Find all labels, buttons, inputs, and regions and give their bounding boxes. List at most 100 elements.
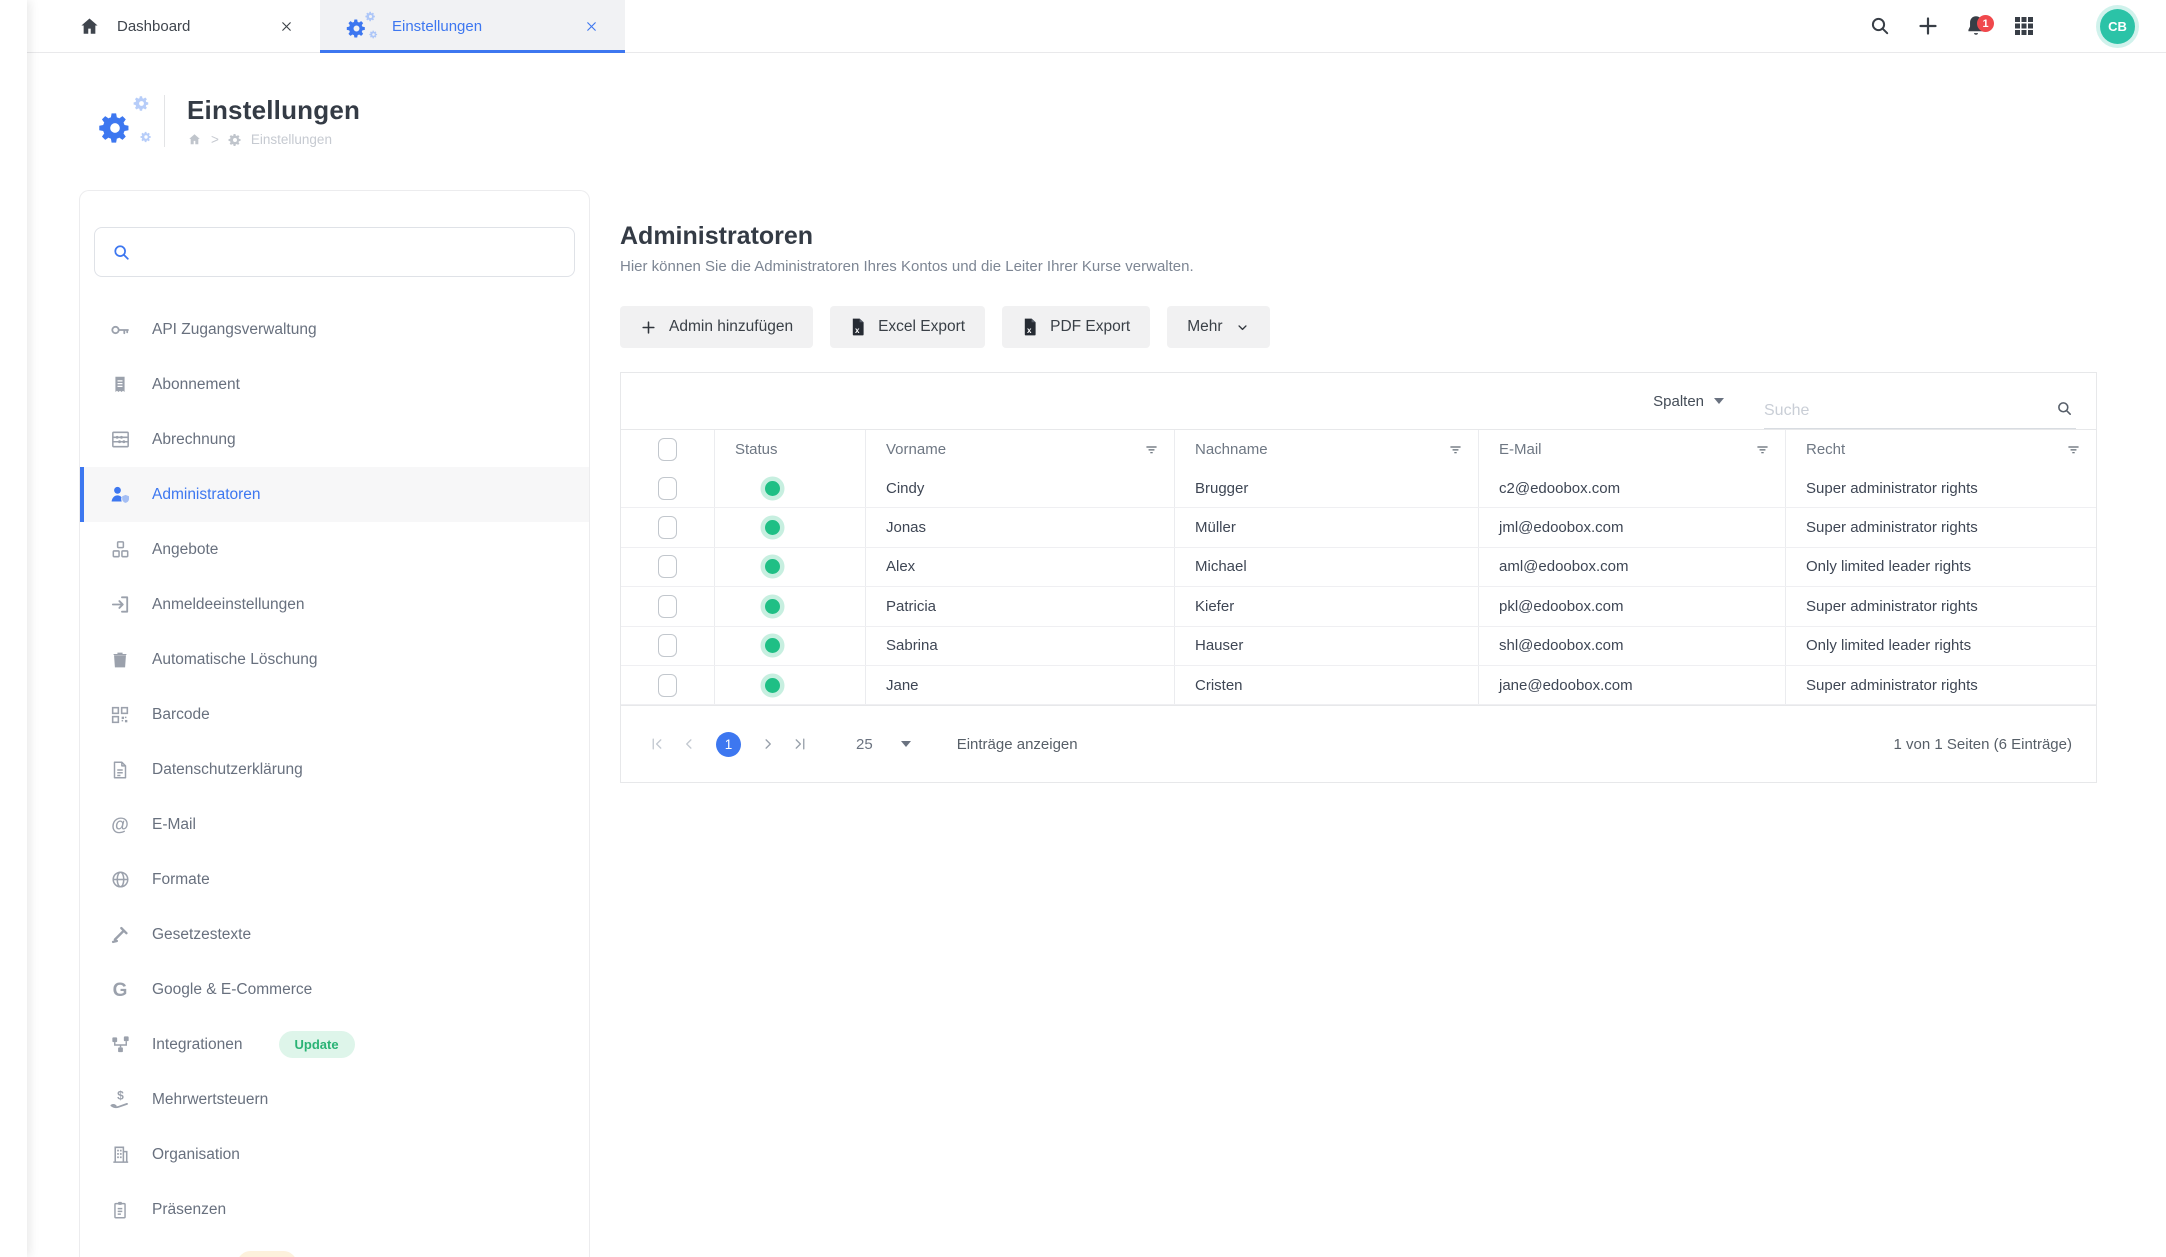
cell-nachname: Müller	[1174, 508, 1478, 546]
columns-dropdown[interactable]: Spalten	[1653, 393, 1724, 410]
cell-recht: Only limited leader rights	[1785, 627, 2096, 665]
sidebar-item-email[interactable]: E-Mail	[80, 797, 589, 852]
filter-icon[interactable]	[1143, 441, 1160, 458]
sidebar-item-mehrwertsteuern[interactable]: Mehrwertsteuern	[80, 1072, 589, 1127]
table-row[interactable]: Sabrina Hauser shl@edoobox.com Only limi…	[621, 627, 2096, 666]
select-all-checkbox[interactable]	[658, 438, 677, 461]
table-row[interactable]: Jonas Müller jml@edoobox.com Super admin…	[621, 508, 2096, 547]
first-page-icon[interactable]	[645, 732, 669, 756]
cell-recht: Super administrator rights	[1785, 666, 2096, 704]
excel-export-button[interactable]: Excel Export	[830, 306, 985, 348]
sidebar-item-automatische-loeschung[interactable]: Automatische Löschung	[80, 632, 589, 687]
tab-dashboard[interactable]: Dashboard	[52, 0, 320, 52]
row-checkbox[interactable]	[658, 674, 677, 697]
cell-email: jane@edoobox.com	[1478, 666, 1785, 704]
row-checkbox[interactable]	[658, 477, 677, 500]
user-avatar[interactable]: CB	[2100, 9, 2135, 44]
table-row[interactable]: Patricia Kiefer pkl@edoobox.com Super ad…	[621, 587, 2096, 626]
column-header-status[interactable]: Status	[714, 430, 865, 469]
sidebar-item-google-ecommerce[interactable]: Google & E-Commerce	[80, 962, 589, 1017]
filter-icon[interactable]	[1447, 441, 1464, 458]
sidebar-search	[94, 227, 575, 277]
home-icon[interactable]	[187, 132, 202, 147]
sidebar-item-abonnement[interactable]: Abonnement	[80, 357, 589, 412]
table-row[interactable]: Cindy Brugger c2@edoobox.com Super admin…	[621, 469, 2096, 508]
chevron-down-icon	[901, 741, 911, 747]
add-admin-button[interactable]: Admin hinzufügen	[620, 306, 813, 348]
sidebar-item-angebote[interactable]: Angebote	[80, 522, 589, 577]
filter-icon[interactable]	[1754, 441, 1771, 458]
row-checkbox[interactable]	[658, 634, 677, 657]
row-checkbox[interactable]	[658, 555, 677, 578]
status-active-dot	[765, 520, 780, 535]
home-icon	[78, 15, 101, 38]
row-checkbox[interactable]	[658, 516, 677, 539]
status-active-dot	[765, 638, 780, 653]
column-header-vorname[interactable]: Vorname	[865, 430, 1174, 469]
settings-sidebar: API Zugangsverwaltung Abonnement Abrechn…	[79, 190, 590, 1257]
cell-nachname: Michael	[1174, 548, 1478, 586]
pagination-summary: 1 von 1 Seiten (6 Einträge)	[1894, 736, 2072, 753]
sidebar-item-barcode[interactable]: Barcode	[80, 687, 589, 742]
sidebar-item-rechte[interactable]: RechteBeta	[80, 1237, 589, 1257]
sidebar-item-datenschutzerklaerung[interactable]: Datenschutzerklärung	[80, 742, 589, 797]
sidebar-item-organisation[interactable]: Organisation	[80, 1127, 589, 1182]
cell-email: jml@edoobox.com	[1478, 508, 1785, 546]
pdf-export-button[interactable]: PDF Export	[1002, 306, 1150, 348]
page-title: Einstellungen	[187, 95, 360, 126]
admins-table: Spalten Status Vorname Nachname E-Mail R…	[620, 372, 2097, 783]
close-icon[interactable]	[279, 19, 294, 34]
column-header-recht[interactable]: Recht	[1785, 430, 2096, 469]
cell-recht: Only limited leader rights	[1785, 548, 2096, 586]
next-page-icon[interactable]	[756, 732, 780, 756]
qrcode-icon	[108, 704, 132, 726]
sidebar-item-praesenzen[interactable]: Präsenzen	[80, 1182, 589, 1237]
page-size-label: Einträge anzeigen	[957, 736, 1078, 753]
table-row[interactable]: Alex Michael aml@edoobox.com Only limite…	[621, 548, 2096, 587]
cell-vorname: Alex	[865, 548, 1174, 586]
pdf-file-icon	[1022, 317, 1038, 337]
sidebar-item-api-zugangsverwaltung[interactable]: API Zugangsverwaltung	[80, 302, 589, 357]
search-icon	[111, 242, 132, 263]
sidebar-item-formate[interactable]: Formate	[80, 852, 589, 907]
cell-email: shl@edoobox.com	[1478, 627, 1785, 665]
current-page-button[interactable]: 1	[716, 732, 741, 757]
tab-einstellungen[interactable]: Einstellungen	[320, 0, 625, 52]
notifications-bell-icon[interactable]: 1	[1952, 13, 2000, 39]
apps-grid-icon[interactable]	[2000, 14, 2048, 38]
cell-recht: Super administrator rights	[1785, 587, 2096, 625]
tab-dashboard-label: Dashboard	[117, 18, 190, 35]
table-search	[1764, 393, 2076, 429]
table-row[interactable]: Jane Cristen jane@edoobox.com Super admi…	[621, 666, 2096, 705]
sidebar-item-gesetzestexte[interactable]: Gesetzestexte	[80, 907, 589, 962]
sidebar-item-administratoren[interactable]: Administratoren	[80, 467, 589, 522]
sidebar-search-input[interactable]	[144, 228, 574, 276]
sidebar-item-integrationen[interactable]: IntegrationenUpdate	[80, 1017, 589, 1072]
search-icon[interactable]	[2055, 399, 2074, 418]
cubes-icon	[108, 538, 132, 561]
more-button[interactable]: Mehr	[1167, 306, 1269, 348]
add-icon[interactable]	[1904, 14, 1952, 38]
table-toolbar: Spalten	[621, 373, 2096, 429]
tab-einstellungen-label: Einstellungen	[392, 18, 482, 35]
page-size-dropdown[interactable]: 25	[856, 736, 911, 753]
chevron-down-icon	[1235, 320, 1250, 335]
column-header-email[interactable]: E-Mail	[1478, 430, 1785, 469]
search-icon[interactable]	[1856, 14, 1904, 38]
previous-page-icon[interactable]	[677, 732, 701, 756]
document-icon	[108, 759, 132, 781]
breadcrumb-separator: >	[211, 132, 219, 147]
last-page-icon[interactable]	[788, 732, 812, 756]
cell-recht: Super administrator rights	[1785, 469, 2096, 507]
sidebar-item-abrechnung[interactable]: Abrechnung	[80, 412, 589, 467]
gear-icon	[228, 133, 242, 147]
close-icon[interactable]	[584, 19, 599, 34]
row-checkbox[interactable]	[658, 595, 677, 618]
building-icon	[108, 1143, 132, 1166]
lock-icon	[108, 1254, 132, 1257]
sidebar-item-anmeldeeinstellungen[interactable]: Anmeldeeinstellungen	[80, 577, 589, 632]
column-header-nachname[interactable]: Nachname	[1174, 430, 1478, 469]
collapsed-nav-rail[interactable]	[0, 0, 27, 1257]
filter-icon[interactable]	[2065, 441, 2082, 458]
table-search-input[interactable]	[1764, 402, 2047, 420]
